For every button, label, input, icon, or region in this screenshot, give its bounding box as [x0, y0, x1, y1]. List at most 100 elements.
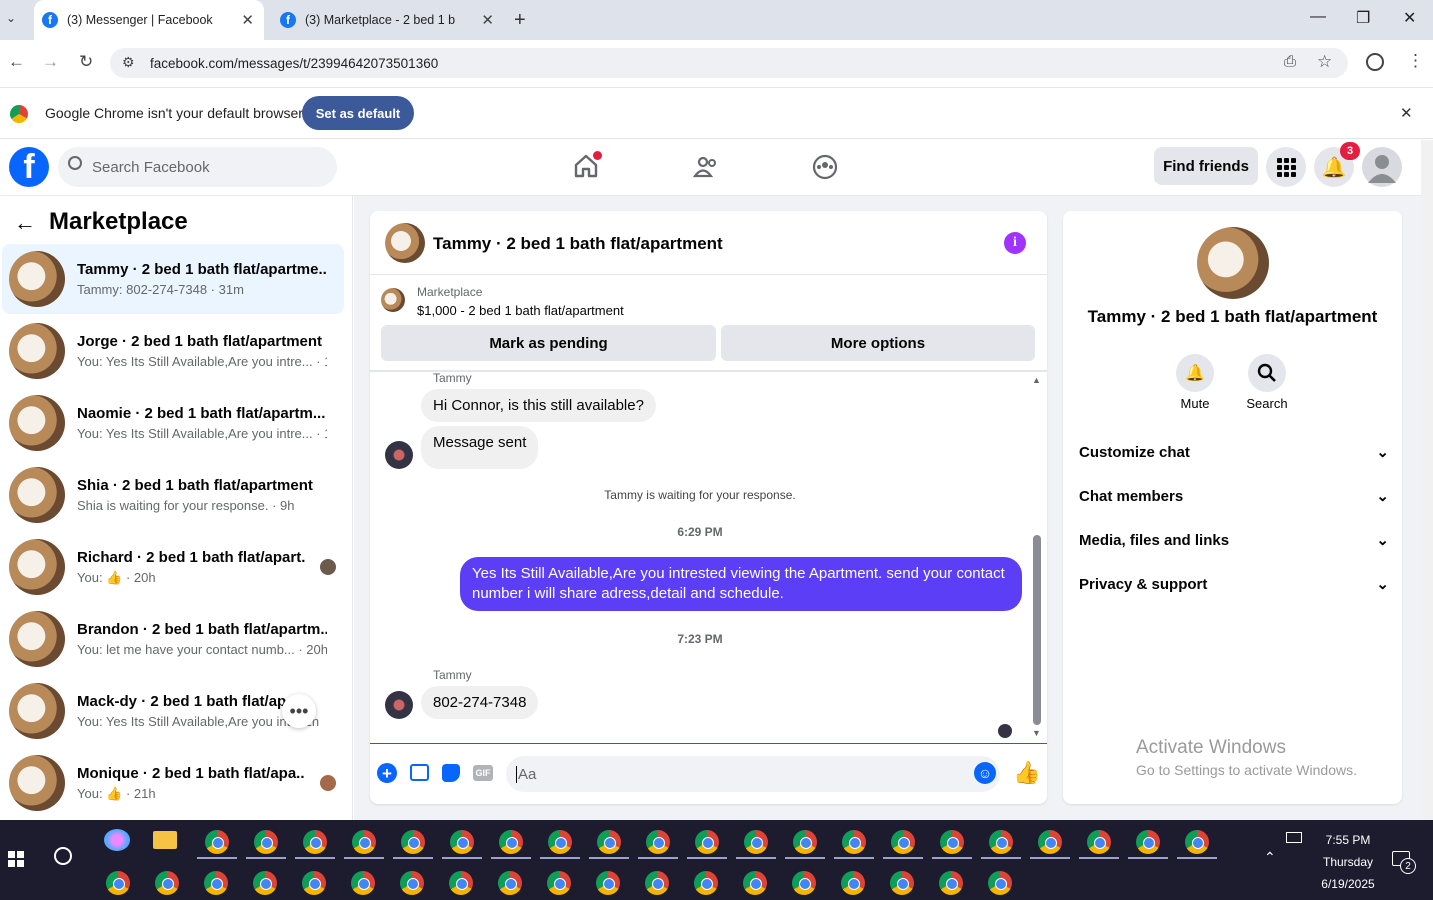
- chrome-window-taskbar-icon[interactable]: [988, 871, 1012, 895]
- listing-price-title[interactable]: $1,000 - 2 bed 1 bath flat/apartment: [417, 303, 624, 318]
- chrome-window-taskbar-icon[interactable]: [646, 830, 670, 854]
- chrome-window-taskbar-icon[interactable]: [597, 830, 621, 854]
- chrome-window-taskbar-icon[interactable]: [351, 871, 375, 895]
- chrome-window-taskbar-icon[interactable]: [645, 871, 669, 895]
- close-tab-icon[interactable]: ✕: [481, 11, 494, 29]
- scroll-down-icon[interactable]: ▼: [1032, 728, 1041, 738]
- chrome-window-taskbar-icon[interactable]: [842, 830, 866, 854]
- network-icon[interactable]: [1286, 832, 1302, 843]
- taskbar-clock[interactable]: 7:55 PM Thursday 6/19/2025: [1308, 829, 1388, 895]
- chrome-window-taskbar-icon[interactable]: [694, 871, 718, 895]
- chat-title[interactable]: Tammy · 2 bed 1 bath flat/apartment: [433, 234, 723, 254]
- chrome-window-taskbar-icon[interactable]: [939, 871, 963, 895]
- close-infobar-icon[interactable]: ✕: [1400, 104, 1413, 122]
- incoming-message[interactable]: Hi Connor, is this still available?: [421, 389, 656, 422]
- chrome-window-taskbar-icon[interactable]: [253, 871, 277, 895]
- chrome-window-taskbar-icon[interactable]: [547, 871, 571, 895]
- chrome-window-taskbar-icon[interactable]: [841, 871, 865, 895]
- chrome-window-taskbar-icon[interactable]: [106, 871, 130, 895]
- chrome-window-taskbar-icon[interactable]: [596, 871, 620, 895]
- chrome-window-taskbar-icon[interactable]: [302, 871, 326, 895]
- incoming-message[interactable]: 802-274-7348: [421, 686, 539, 719]
- chrome-window-taskbar-icon[interactable]: [793, 830, 817, 854]
- app-taskbar-icon[interactable]: [104, 829, 130, 851]
- chrome-window-taskbar-icon[interactable]: [940, 830, 964, 854]
- chrome-window-taskbar-icon[interactable]: [744, 830, 768, 854]
- message-input[interactable]: Aa: [506, 756, 1000, 792]
- emoji-icon[interactable]: ☺: [974, 762, 996, 784]
- show-hidden-icons-icon[interactable]: ⌃: [1264, 849, 1276, 866]
- scroll-up-icon[interactable]: ▲: [1032, 375, 1041, 385]
- new-tab-icon[interactable]: +: [514, 9, 526, 32]
- media-files-section[interactable]: Media, files and links ⌄: [1079, 531, 1389, 550]
- gif-icon[interactable]: GIF: [473, 765, 493, 781]
- conversation-item[interactable]: Monique · 2 bed 1 bath flat/apa... You: …: [2, 748, 344, 818]
- chrome-window-taskbar-icon[interactable]: [548, 830, 572, 854]
- taskbar-search-icon[interactable]: [54, 847, 72, 865]
- chrome-window-taskbar-icon[interactable]: [792, 871, 816, 895]
- facebook-search-input[interactable]: Search Facebook: [58, 147, 337, 187]
- incoming-message[interactable]: Message sent: [421, 426, 539, 469]
- chrome-window-taskbar-icon[interactable]: [155, 871, 179, 895]
- conversation-item[interactable]: Shia · 2 bed 1 bath flat/apartment Shia …: [2, 460, 344, 530]
- more-options-button[interactable]: More options: [721, 325, 1035, 361]
- chat-avatar[interactable]: [385, 223, 425, 263]
- chat-scrollbar[interactable]: [1033, 535, 1041, 725]
- chrome-window-taskbar-icon[interactable]: [450, 830, 474, 854]
- mute-bell-icon[interactable]: 🔔: [1176, 354, 1214, 392]
- bookmark-star-icon[interactable]: ☆: [1317, 52, 1332, 72]
- site-settings-icon[interactable]: ⚙: [122, 54, 135, 71]
- sender-avatar[interactable]: [385, 441, 413, 469]
- chrome-window-taskbar-icon[interactable]: [1185, 830, 1209, 854]
- conversation-item[interactable]: Naomie · 2 bed 1 bath flat/apartm... You…: [2, 388, 344, 458]
- thumbs-up-icon[interactable]: 👍: [1013, 760, 1040, 786]
- conversation-item[interactable]: Jorge · 2 bed 1 bath flat/apartment You:…: [2, 316, 344, 386]
- chrome-window-taskbar-icon[interactable]: [498, 871, 522, 895]
- privacy-support-section[interactable]: Privacy & support ⌄: [1079, 575, 1389, 594]
- friends-icon[interactable]: [692, 153, 720, 186]
- outgoing-message[interactable]: Yes Its Still Available,Are you intreste…: [460, 557, 1022, 611]
- conversation-item[interactable]: Richard · 2 bed 1 bath flat/apart... You…: [2, 532, 344, 602]
- menu-kebab-icon[interactable]: ⋮: [1407, 51, 1424, 71]
- info-icon[interactable]: i: [1004, 232, 1026, 254]
- menu-grid-icon[interactable]: [1266, 147, 1306, 187]
- close-window-icon[interactable]: ✕: [1403, 8, 1416, 28]
- sticker-icon[interactable]: [442, 764, 460, 782]
- chrome-window-taskbar-icon[interactable]: [204, 871, 228, 895]
- chat-members-section[interactable]: Chat members ⌄: [1079, 487, 1389, 506]
- chrome-window-taskbar-icon[interactable]: [401, 830, 425, 854]
- account-avatar[interactable]: [1362, 147, 1402, 187]
- profile-icon[interactable]: [1366, 53, 1384, 71]
- photo-icon[interactable]: [410, 764, 429, 781]
- chrome-window-taskbar-icon[interactable]: [303, 830, 327, 854]
- tab-search-icon[interactable]: ⌄: [6, 11, 16, 25]
- back-arrow-icon[interactable]: ←: [14, 210, 36, 236]
- file-explorer-icon[interactable]: [153, 831, 177, 849]
- chrome-window-taskbar-icon[interactable]: [400, 871, 424, 895]
- chrome-window-taskbar-icon[interactable]: [743, 871, 767, 895]
- find-friends-button[interactable]: Find friends: [1154, 147, 1258, 185]
- chrome-window-taskbar-icon[interactable]: [695, 830, 719, 854]
- chrome-window-taskbar-icon[interactable]: [891, 830, 915, 854]
- address-bar[interactable]: facebook.com/messages/t/2399464207350136…: [110, 48, 1348, 78]
- customize-chat-section[interactable]: Customize chat ⌄: [1079, 443, 1389, 462]
- chrome-window-taskbar-icon[interactable]: [1087, 830, 1111, 854]
- chrome-window-taskbar-icon[interactable]: [254, 830, 278, 854]
- chrome-window-taskbar-icon[interactable]: [1038, 830, 1062, 854]
- chrome-window-taskbar-icon[interactable]: [205, 830, 229, 854]
- tab-marketplace[interactable]: f (3) Marketplace - 2 bed 1 bath f ✕: [272, 0, 504, 40]
- install-app-icon[interactable]: ⎙: [1284, 53, 1296, 70]
- chrome-window-taskbar-icon[interactable]: [449, 871, 473, 895]
- groups-icon[interactable]: [811, 153, 839, 186]
- tab-messenger[interactable]: f (3) Messenger | Facebook ✕: [34, 0, 264, 40]
- reload-icon[interactable]: ↻: [79, 52, 93, 72]
- minimize-icon[interactable]: —: [1310, 8, 1326, 26]
- more-options-icon[interactable]: •••: [282, 694, 316, 728]
- facebook-logo-icon[interactable]: f: [9, 147, 49, 187]
- mark-as-pending-button[interactable]: Mark as pending: [381, 325, 716, 361]
- search-chat-icon[interactable]: [1248, 354, 1286, 392]
- sender-avatar[interactable]: [385, 691, 413, 719]
- close-tab-icon[interactable]: ✕: [241, 11, 254, 29]
- page-scrollbar[interactable]: [1421, 140, 1433, 820]
- back-icon[interactable]: ←: [8, 52, 25, 72]
